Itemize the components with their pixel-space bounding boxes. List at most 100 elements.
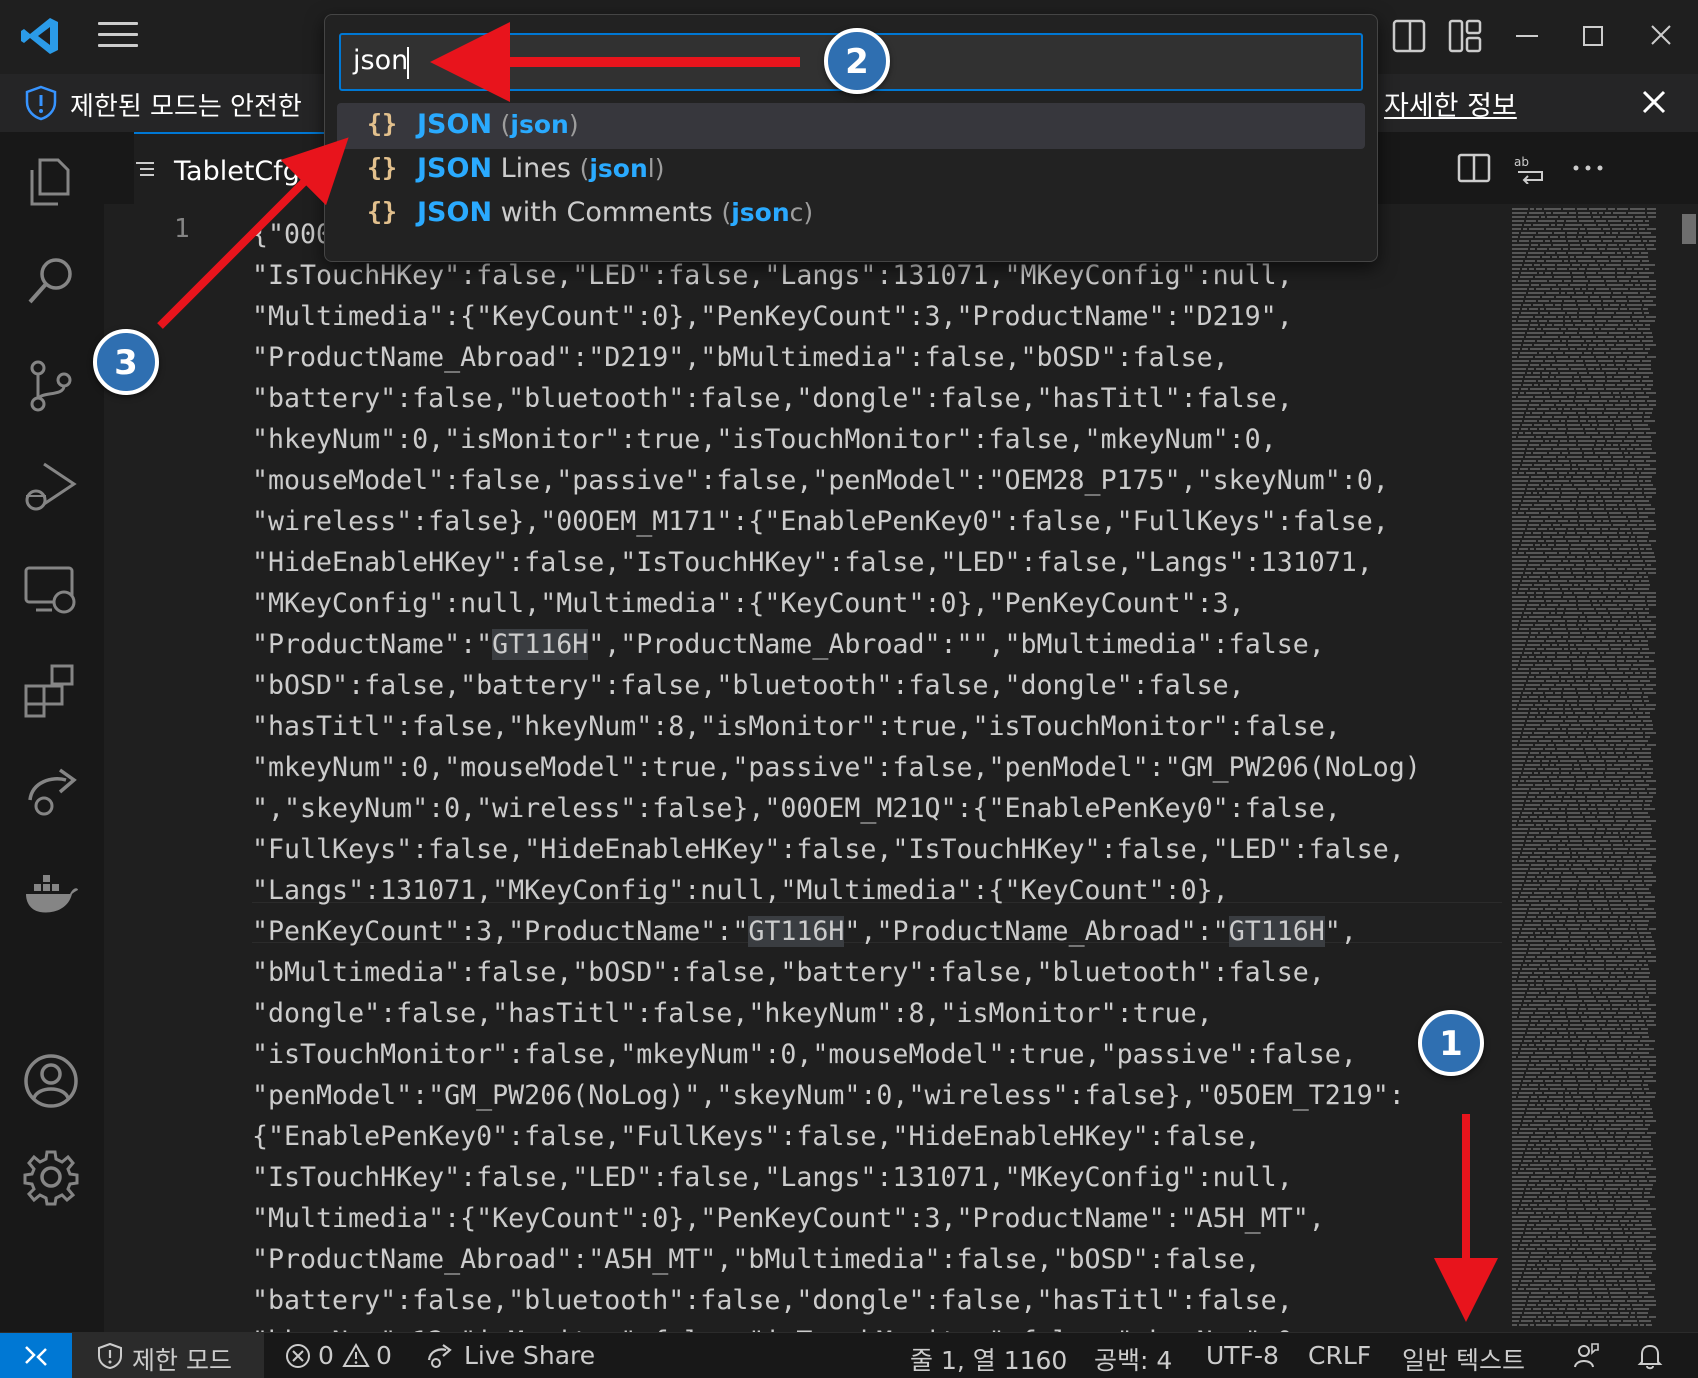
end-of-line[interactable]: CRLF [1308,1341,1371,1370]
docker-icon[interactable] [22,864,80,922]
code-line[interactable]: "battery":false,"bluetooth":false,"dongl… [252,378,1421,419]
code-line[interactable]: "FullKeys":false,"HideEnableHKey":false,… [252,829,1421,870]
code-line[interactable]: "dongle":false,"hasTitl":false,"hkeyNum"… [252,993,1421,1034]
close-window-icon[interactable] [1648,18,1674,54]
source-control-icon[interactable] [22,356,80,414]
code-line[interactable]: ","skeyNum":0,"wireless":false},"00OEM_M… [252,788,1421,829]
minimap-line [1646,244,1654,246]
code-line[interactable]: "Langs":131071,"MKeyConfig":null,"Multim… [252,870,1421,911]
minimap-line [1638,1020,1644,1022]
quick-pick-item[interactable]: {} JSON with Comments (jsonc) [337,191,1365,237]
minimap[interactable] [1510,204,1660,1332]
quick-pick-item[interactable]: {} JSON (json) [337,103,1365,149]
minimap-line [1550,1196,1559,1198]
minimap-line [1617,1160,1628,1162]
split-editor-icon[interactable] [1456,152,1492,184]
minimap-line [1625,672,1633,674]
minimap-line [1601,328,1615,330]
minimap-line [1646,296,1656,298]
minimap-line [1586,660,1596,662]
compare-icon[interactable]: ab [1512,152,1548,184]
code-line[interactable]: "penModel":"GM_PW206(NoLog)","skeyNum":0… [252,1075,1421,1116]
minimap-line [1556,1072,1570,1074]
vertical-scrollbar[interactable] [1678,204,1698,1332]
code-line[interactable]: "Multimedia":{"KeyCount":0},"PenKeyCount… [252,296,1421,337]
minimize-icon[interactable] [1514,18,1540,54]
code-editor[interactable]: 1 {"000 "IsTouchHKey":false,"LED":false,"… [104,204,1698,1332]
code-line[interactable]: "HideEnableHKey":false,"IsTouchHKey":fal… [252,542,1421,583]
code-line[interactable]: "ProductName":"GT116H","ProductName_Abro… [252,624,1421,665]
remote-explorer-icon[interactable] [22,562,80,620]
settings-gear-icon[interactable] [22,1148,80,1206]
code-content[interactable]: {"000 "IsTouchHKey":false,"LED":false,"La… [252,214,1421,1332]
code-line[interactable]: "hkeyNum":12,"isMonitor":false,"isTouchM… [252,1321,1421,1332]
minimap-line [1534,504,1549,506]
code-line[interactable]: "MKeyConfig":null,"Multimedia":{"KeyCoun… [252,583,1421,624]
code-line[interactable]: "mkeyNum":0,"mouseModel":true,"passive":… [252,747,1421,788]
maximize-icon[interactable] [1580,18,1606,54]
code-line[interactable]: "bMultimedia":false,"bOSD":false,"batter… [252,952,1421,993]
minimap-line [1647,788,1656,790]
minimap-line [1596,368,1600,370]
minimap-line [1610,804,1616,806]
scrollbar-thumb[interactable] [1682,214,1696,244]
code-line[interactable]: "mouseModel":false,"passive":false,"penM… [252,460,1421,501]
minimap-line [1623,580,1628,582]
minimap-line [1546,560,1561,562]
code-line[interactable]: "Multimedia":{"KeyCount":0},"PenKeyCount… [252,1198,1421,1239]
extensions-icon[interactable] [22,662,80,720]
code-line[interactable]: "hasTitl":false,"hkeyNum":8,"isMonitor":… [252,706,1421,747]
toggle-sidebar-icon[interactable] [1392,18,1426,54]
code-line[interactable]: "bOSD":false,"battery":false,"bluetooth"… [252,665,1421,706]
minimap-line [1561,884,1577,886]
notifications-bell-icon[interactable] [1636,1342,1664,1370]
accounts-icon[interactable] [22,1052,80,1110]
quick-pick-item[interactable]: {} JSON Lines (jsonl) [337,147,1365,193]
encoding[interactable]: UTF-8 [1206,1341,1279,1370]
live-share-icon[interactable] [22,764,80,822]
code-line[interactable]: {"EnablePenKey0":false,"FullKeys":false,… [252,1116,1421,1157]
minimap-line [1530,944,1547,946]
search-icon[interactable] [22,252,80,310]
cursor-position[interactable]: 줄 1, 열 1160 [910,1341,1067,1377]
minimap-line [1623,1320,1637,1322]
code-line[interactable]: "battery":false,"bluetooth":false,"dongl… [252,1280,1421,1321]
minimap-line [1545,412,1561,414]
minimap-line [1584,456,1598,458]
customize-layout-icon[interactable] [1448,18,1482,54]
code-line[interactable]: "ProductName_Abroad":"D219","bMultimedia… [252,337,1421,378]
minimap-line [1576,528,1584,530]
minimap-line [1590,300,1601,302]
indentation[interactable]: 공백: 4 [1094,1341,1172,1377]
code-line[interactable]: "hkeyNum":0,"isMonitor":true,"isTouchMon… [252,419,1421,460]
error-count[interactable]: 0 [318,1341,334,1370]
warning-count[interactable]: 0 [376,1341,392,1370]
code-line[interactable]: "ProductName_Abroad":"A5H_MT","bMultimed… [252,1239,1421,1280]
minimap-line [1626,616,1631,618]
learn-more-link[interactable]: 자세한 정보 [1384,84,1517,123]
restricted-mode-status[interactable]: 제한 모드 [72,1333,264,1378]
feedback-icon[interactable] [1572,1342,1600,1370]
live-share-button[interactable]: Live Share [464,1341,595,1370]
language-mode[interactable]: 일반 텍스트 [1402,1341,1525,1377]
code-line[interactable]: "PenKeyCount":3,"ProductName":"GT116H","… [252,911,1421,952]
code-line[interactable]: "wireless":false},"00OEM_M171":{"EnableP… [252,501,1421,542]
minimap-line [1556,544,1569,546]
minimap-line [1570,632,1580,634]
minimap-line [1568,916,1574,918]
minimap-line [1593,584,1609,586]
minimap-line [1546,948,1561,950]
remote-indicator[interactable] [0,1333,72,1378]
explorer-icon[interactable] [22,152,80,210]
minimap-line [1512,700,1519,702]
minimap-line [1636,576,1642,578]
code-line[interactable]: "isTouchMonitor":false,"mkeyNum":0,"mous… [252,1034,1421,1075]
minimap-line [1646,820,1656,822]
minimap-line [1524,420,1537,422]
more-actions-icon[interactable] [1570,152,1606,184]
menu-hamburger-icon[interactable] [98,22,138,52]
close-banner-icon[interactable] [1638,86,1670,118]
vscode-logo-icon[interactable] [18,14,62,58]
run-debug-icon[interactable] [22,458,80,516]
code-line[interactable]: "IsTouchHKey":false,"LED":false,"Langs":… [252,1157,1421,1198]
